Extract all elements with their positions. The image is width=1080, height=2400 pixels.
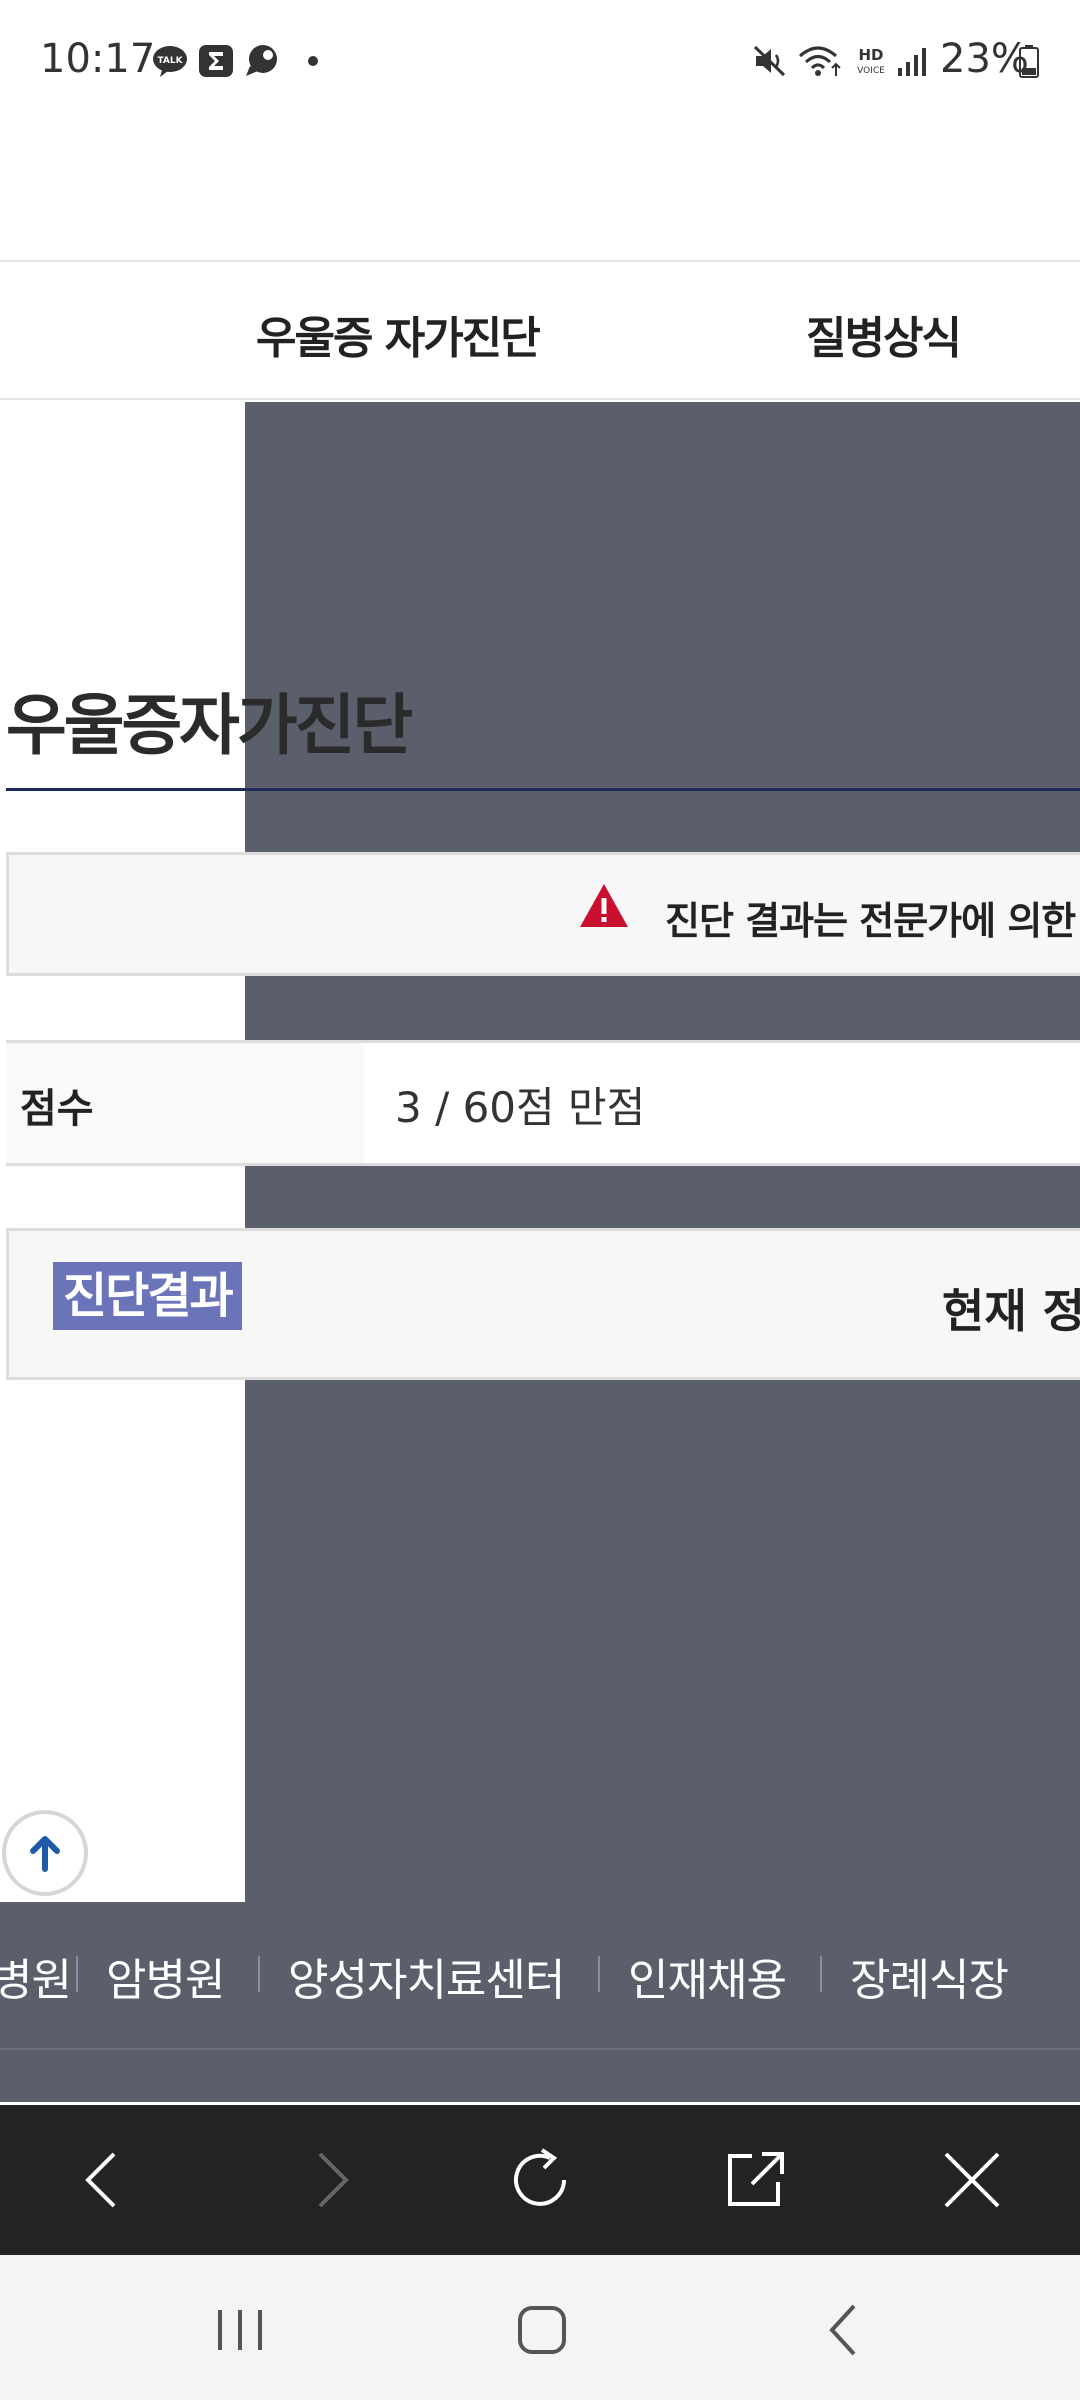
battery-percent: 23% — [940, 36, 1029, 82]
notice-text: 진단 결과는 전문가에 의한 — [665, 899, 1076, 943]
footer-link-proton-center[interactable]: 양성자치료센터 — [288, 1944, 565, 2008]
kakaotalk-icon: TALK — [153, 46, 187, 77]
result-label-selected[interactable]: 진단결과 — [53, 1262, 242, 1330]
forward-icon[interactable] — [290, 2140, 370, 2220]
footer-separator — [258, 1956, 260, 1992]
result-current-text: 현재 정 — [942, 1284, 1080, 1338]
scroll-top-button[interactable] — [2, 1810, 88, 1896]
mute-icon — [753, 45, 786, 77]
footer-divider — [0, 2048, 1080, 2050]
system-back-icon[interactable] — [804, 2290, 884, 2370]
nav-item-disease-info[interactable]: 질병상식 — [806, 302, 962, 366]
footer-separator — [598, 1956, 600, 1992]
sigma-app-icon — [199, 45, 233, 77]
svg-text:TALK: TALK — [157, 56, 183, 66]
footer-link-cancer-hospital[interactable]: 암병원 — [106, 1944, 225, 2008]
footer-link-careers[interactable]: 인재채용 — [628, 1944, 787, 2008]
home-icon[interactable] — [502, 2290, 582, 2370]
score-label: 점수 — [20, 1086, 94, 1132]
score-value: 3 / 60점 만점 — [395, 1083, 646, 1132]
refresh-icon[interactable] — [502, 2140, 582, 2220]
svg-text:VOICE: VOICE — [857, 66, 885, 76]
nav-item-depression-self-test[interactable]: 우울증 자가진단 — [256, 302, 541, 366]
close-icon[interactable] — [932, 2140, 1012, 2220]
arrow-up-icon — [30, 1836, 60, 1872]
top-nav: 우울증 자가진단 질병상식 — [0, 260, 1080, 400]
footer-link-funeral-hall[interactable]: 장례식장 — [850, 1944, 1009, 2008]
wifi-icon — [799, 46, 841, 76]
svg-text:HD: HD — [858, 46, 883, 64]
footer-separator — [76, 1956, 78, 1992]
chat-bubble-icon — [246, 45, 277, 76]
back-icon[interactable] — [64, 2140, 144, 2220]
hd-voice-icon: HD VOICE — [857, 46, 885, 76]
footer-separator — [820, 1956, 822, 1992]
page-title: 우울증자가진단 — [6, 687, 413, 764]
footer-link-hospital[interactable]: 병원 — [0, 1944, 72, 2008]
status-time: 10:17 — [40, 36, 156, 82]
header-blank — [0, 120, 1080, 260]
recent-apps-icon[interactable] — [200, 2290, 280, 2370]
dot-icon — [308, 56, 318, 66]
title-underline — [6, 788, 1080, 791]
warning-icon — [580, 884, 628, 927]
share-icon[interactable] — [716, 2140, 796, 2220]
battery-icon — [1019, 45, 1039, 78]
signal-icon — [898, 48, 926, 76]
